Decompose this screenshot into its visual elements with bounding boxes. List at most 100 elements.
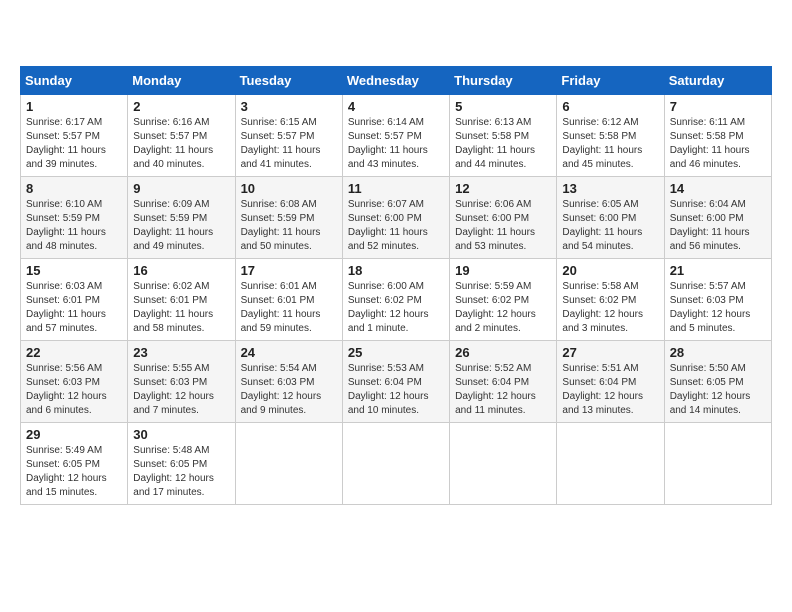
- day-number: 1: [26, 99, 122, 114]
- daylight-label: Daylight: 12 hours and 2 minutes.: [455, 309, 536, 334]
- calendar-cell: 20Sunrise: 5:58 AMSunset: 6:02 PMDayligh…: [557, 259, 664, 341]
- calendar-cell: 15 Sunrise: 6:03 AMSunset: 6:01 PMDayligh…: [21, 259, 128, 341]
- day-number: 12: [455, 181, 551, 196]
- calendar-cell: [342, 423, 449, 505]
- sunset-label: Sunset: 6:03 PM: [241, 377, 315, 388]
- daylight-label: Daylight: 11 hours and 56 minutes.: [670, 227, 750, 252]
- daylight-label: Daylight: 12 hours and 11 minutes.: [455, 391, 536, 416]
- calendar-cell: 18Sunrise: 6:00 AMSunset: 6:02 PMDayligh…: [342, 259, 449, 341]
- calendar-table: SundayMondayTuesdayWednesdayThursdayFrid…: [20, 66, 772, 505]
- day-header-sunday: Sunday: [21, 67, 128, 95]
- sunset-label: Sunset: 6:04 PM: [562, 377, 636, 388]
- calendar-cell: 1 Sunrise: 6:17 AMSunset: 5:57 PMDaylight…: [21, 95, 128, 177]
- daylight-label: Daylight: 11 hours and 57 minutes.: [26, 309, 106, 334]
- day-info: Sunrise: 6:09 AMSunset: 5:59 PMDaylight:…: [133, 198, 229, 254]
- day-number: 9: [133, 181, 229, 196]
- day-number: 3: [241, 99, 337, 114]
- sunset-label: Sunset: 5:59 PM: [241, 213, 315, 224]
- day-info: Sunrise: 5:51 AM Sunset: 6:04 PM Daylight:…: [562, 362, 658, 418]
- day-info: Sunrise: 6:16 AMSunset: 5:57 PMDaylight:…: [133, 116, 229, 172]
- sunrise-label: Sunrise: 6:00 AM: [348, 281, 424, 292]
- sunset-label: Sunset: 5:59 PM: [133, 213, 207, 224]
- sunset-label: Sunset: 6:04 PM: [455, 377, 529, 388]
- daylight-label: Daylight: 11 hours and 58 minutes.: [133, 309, 213, 334]
- sunrise-label: Sunrise: 6:06 AM: [455, 199, 531, 210]
- daylight-label: Daylight: 11 hours and 52 minutes.: [348, 227, 428, 252]
- calendar-cell: 8 Sunrise: 6:10 AM Sunset: 5:59 PM Daylight…: [21, 177, 128, 259]
- day-number: 8: [26, 181, 122, 196]
- sunrise-label: Sunrise: 6:13 AM: [455, 117, 531, 128]
- day-info: Sunrise: 6:00 AMSunset: 6:02 PMDaylight:…: [348, 280, 444, 336]
- daylight-label: Daylight: 11 hours and 44 minutes.: [455, 145, 535, 170]
- day-info: Sunrise: 6:02 AMSunset: 6:01 PMDaylight:…: [133, 280, 229, 336]
- day-info: Sunrise: 6:07 AMSunset: 6:00 PMDaylight:…: [348, 198, 444, 254]
- day-info: Sunrise: 5:56 AMSunset: 6:03 PMDaylight:…: [26, 362, 122, 418]
- calendar-cell: 12 Sunrise: 6:06 AMSunset: 6:00 PMDayligh…: [450, 177, 557, 259]
- sunrise-label: Sunrise: 5:48 AM: [133, 445, 209, 456]
- daylight-label: Daylight: 12 hours and 17 minutes.: [133, 473, 214, 498]
- day-info: Sunrise: 6:04 AMSunset: 6:00 PMDaylight:…: [670, 198, 766, 254]
- day-number: 27: [562, 345, 658, 360]
- day-number: 24: [241, 345, 337, 360]
- day-number: 10: [241, 181, 337, 196]
- day-header-saturday: Saturday: [664, 67, 771, 95]
- daylight-label: Daylight: 11 hours and 48 minutes.: [26, 227, 106, 252]
- calendar-cell: 3Sunrise: 6:15 AMSunset: 5:57 PMDaylight…: [235, 95, 342, 177]
- daylight-label: Daylight: 11 hours and 41 minutes.: [241, 145, 321, 170]
- day-number: 14: [670, 181, 766, 196]
- day-number: 13: [562, 181, 658, 196]
- calendar-cell: 22Sunrise: 5:56 AMSunset: 6:03 PMDayligh…: [21, 341, 128, 423]
- calendar-cell: [235, 423, 342, 505]
- day-number: 17: [241, 263, 337, 278]
- calendar-cell: 25Sunrise: 5:53 AMSunset: 6:04 PMDayligh…: [342, 341, 449, 423]
- calendar-cell: 11Sunrise: 6:07 AMSunset: 6:00 PMDayligh…: [342, 177, 449, 259]
- sunrise-label: Sunrise: 6:10 AM: [26, 199, 102, 210]
- sunset-label: Sunset: 6:02 PM: [348, 295, 422, 306]
- sunrise-label: Sunrise: 5:53 AM: [348, 363, 424, 374]
- sunset-label: Sunset: 6:00 PM: [670, 213, 744, 224]
- calendar-week-3: 15 Sunrise: 6:03 AMSunset: 6:01 PMDayligh…: [21, 259, 772, 341]
- day-info: Sunrise: 5:50 AMSunset: 6:05 PMDaylight:…: [670, 362, 766, 418]
- calendar-cell: [450, 423, 557, 505]
- daylight-label: Daylight: 11 hours and 54 minutes.: [562, 227, 642, 252]
- day-header-friday: Friday: [557, 67, 664, 95]
- sunrise-label: Sunrise: 6:05 AM: [562, 199, 638, 210]
- sunset-label: Sunset: 5:59 PM: [26, 213, 100, 224]
- day-number: 15: [26, 263, 122, 278]
- sunset-label: Sunset: 6:05 PM: [26, 459, 100, 470]
- sunrise-label: Sunrise: 6:09 AM: [133, 199, 209, 210]
- calendar-cell: 23Sunrise: 5:55 AMSunset: 6:03 PMDayligh…: [128, 341, 235, 423]
- calendar-week-5: 29Sunrise: 5:49 AMSunset: 6:05 PMDayligh…: [21, 423, 772, 505]
- daylight-label: Daylight: 12 hours and 6 minutes.: [26, 391, 107, 416]
- day-info: Sunrise: 6:06 AMSunset: 6:00 PMDaylight:…: [455, 198, 551, 254]
- day-info: Sunrise: 5:57 AMSunset: 6:03 PMDaylight:…: [670, 280, 766, 336]
- sunrise-label: Sunrise: 5:52 AM: [455, 363, 531, 374]
- day-number: 25: [348, 345, 444, 360]
- day-info: Sunrise: 6:08 AMSunset: 5:59 PMDaylight:…: [241, 198, 337, 254]
- day-info: Sunrise: 5:48 AMSunset: 6:05 PMDaylight:…: [133, 444, 229, 500]
- calendar-cell: 24Sunrise: 5:54 AMSunset: 6:03 PMDayligh…: [235, 341, 342, 423]
- sunset-label: Sunset: 6:03 PM: [26, 377, 100, 388]
- daylight-label: Daylight: 12 hours and 7 minutes.: [133, 391, 214, 416]
- day-info: Sunrise: 6:03 AMSunset: 6:01 PMDaylight:…: [26, 280, 122, 336]
- daylight-label: Daylight: 11 hours and 59 minutes.: [241, 309, 321, 334]
- calendar-cell: 17Sunrise: 6:01 AMSunset: 6:01 PMDayligh…: [235, 259, 342, 341]
- daylight-label: Daylight: 12 hours and 13 minutes.: [562, 391, 643, 416]
- day-number: 18: [348, 263, 444, 278]
- sunrise-label: Sunrise: 5:55 AM: [133, 363, 209, 374]
- day-number: 4: [348, 99, 444, 114]
- daylight-label: Daylight: 12 hours and 10 minutes.: [348, 391, 429, 416]
- sunrise-label: Sunrise: 5:59 AM: [455, 281, 531, 292]
- day-info: Sunrise: 6:13 AMSunset: 5:58 PMDaylight:…: [455, 116, 551, 172]
- day-info: Sunrise: 5:55 AMSunset: 6:03 PMDaylight:…: [133, 362, 229, 418]
- calendar-cell: 5Sunrise: 6:13 AMSunset: 5:58 PMDaylight…: [450, 95, 557, 177]
- sunrise-label: Sunrise: 5:54 AM: [241, 363, 317, 374]
- day-info: Sunrise: 5:54 AMSunset: 6:03 PMDaylight:…: [241, 362, 337, 418]
- sunrise-label: Sunrise: 5:51 AM: [562, 363, 638, 374]
- sunrise-label: Sunrise: 6:02 AM: [133, 281, 209, 292]
- day-info: Sunrise: 6:17 AMSunset: 5:57 PMDaylight:…: [26, 116, 122, 172]
- sunrise-label: Sunrise: 6:14 AM: [348, 117, 424, 128]
- sunset-label: Sunset: 5:58 PM: [670, 131, 744, 142]
- sunset-label: Sunset: 5:57 PM: [348, 131, 422, 142]
- sunset-label: Sunset: 6:02 PM: [562, 295, 636, 306]
